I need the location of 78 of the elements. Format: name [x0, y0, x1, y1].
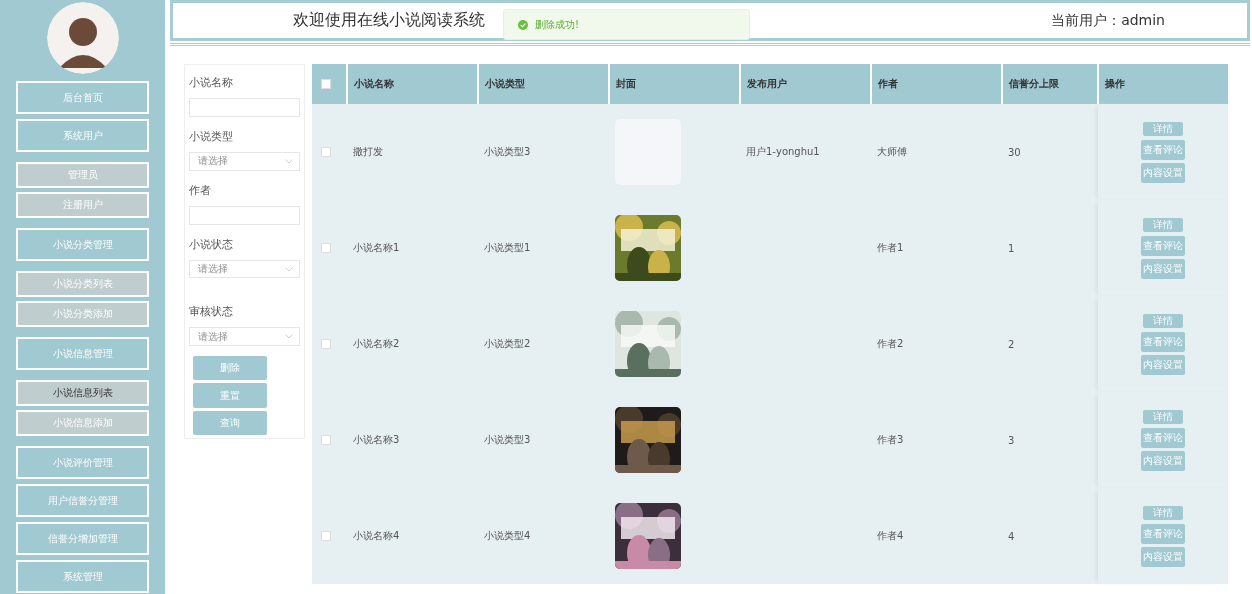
action-button[interactable]: 内容设置: [1141, 162, 1185, 183]
chevron-icon: [285, 334, 293, 340]
field-label: 小说状态: [189, 236, 234, 252]
action-button[interactable]: 详情: [1143, 217, 1183, 232]
column-header: 封面: [616, 78, 636, 89]
checkbox[interactable]: [321, 79, 331, 89]
checkbox[interactable]: [321, 147, 331, 157]
table-cell: 1: [1008, 242, 1015, 254]
filter-button[interactable]: 重置: [193, 383, 267, 408]
menu-item[interactable]: 小说信息列表: [16, 380, 149, 406]
column-header: 操作: [1105, 78, 1125, 89]
menu-item[interactable]: 小说信息管理: [16, 337, 149, 370]
table-cell: 小说名称3: [353, 434, 400, 445]
field-label: 小说名称: [189, 75, 234, 90]
table-cell: 作者2: [877, 338, 904, 349]
current-user: 当前用户：admin: [1051, 11, 1165, 30]
column-header: 小说名称: [354, 78, 394, 89]
table-cell: 小说名称4: [353, 530, 400, 541]
filter-button[interactable]: 删除: [193, 356, 267, 381]
table-cell: 30: [1008, 146, 1021, 158]
column-header: 小说类型: [485, 78, 525, 89]
table-cell: 小说类型2: [484, 338, 531, 349]
checkbox[interactable]: [321, 531, 331, 541]
field-label: 审核状态: [189, 304, 234, 320]
table-cell: 小说类型1: [484, 242, 531, 253]
table-cell: 大师傅: [877, 146, 907, 157]
checkbox[interactable]: [321, 435, 331, 445]
menu-item[interactable]: 后台首页: [16, 81, 149, 114]
action-button[interactable]: 内容设置: [1141, 450, 1185, 471]
select-field[interactable]: 请选择: [189, 259, 300, 279]
table-cell: 小说类型3: [484, 434, 531, 445]
table-cell: 作者4: [877, 530, 904, 541]
action-button[interactable]: 详情: [1143, 313, 1183, 328]
action-button[interactable]: 内容设置: [1141, 354, 1185, 375]
chevron-icon: [285, 266, 293, 272]
menu-item[interactable]: 小说评价管理: [16, 446, 149, 479]
table-cell: 撒打发: [353, 146, 383, 157]
input-field[interactable]: [189, 98, 300, 117]
table-cell: 小说类型3: [484, 146, 531, 157]
action-button[interactable]: 查看评论: [1141, 331, 1185, 352]
input-field[interactable]: [189, 205, 300, 225]
menu-item[interactable]: 用户信誉分管理: [16, 484, 149, 517]
action-button[interactable]: 查看评论: [1141, 427, 1185, 448]
action-button[interactable]: 详情: [1143, 505, 1183, 520]
menu-item[interactable]: 系统用户: [16, 119, 149, 152]
table-cell: 作者1: [877, 242, 904, 253]
action-button[interactable]: 详情: [1143, 121, 1183, 136]
checkbox[interactable]: [321, 243, 331, 253]
menu-item[interactable]: 信誉分增加管理: [16, 522, 149, 555]
action-button[interactable]: 查看评论: [1141, 523, 1185, 544]
chevron-icon: [285, 158, 293, 164]
select-field[interactable]: 请选择: [189, 327, 300, 347]
action-button[interactable]: 内容设置: [1141, 546, 1185, 567]
action-button[interactable]: 查看评论: [1141, 139, 1185, 160]
toast-text: 删除成功!: [535, 17, 579, 32]
column-header: 信誉分上限: [1009, 78, 1059, 89]
column-header: 作者: [878, 78, 898, 89]
table-cell: 小说类型4: [484, 530, 531, 541]
action-button[interactable]: 详情: [1143, 409, 1183, 424]
field-label: 小说类型: [189, 129, 234, 144]
menu-item[interactable]: 系统管理: [16, 560, 149, 593]
table-cell: 4: [1008, 530, 1015, 542]
checkbox[interactable]: [321, 339, 331, 349]
table-cell: 用户1-yonghu1: [746, 146, 820, 157]
table-cell: 小说名称2: [353, 338, 400, 349]
table-cell: 3: [1008, 434, 1015, 446]
field-label: 作者: [189, 182, 212, 198]
menu-item[interactable]: 小说分类管理: [16, 228, 149, 261]
action-button[interactable]: 内容设置: [1141, 258, 1185, 279]
table-cell: 小说名称1: [353, 242, 400, 253]
page-title: 欢迎使用在线小说阅读系统: [293, 10, 485, 31]
table-cell: 作者3: [877, 434, 904, 445]
filter-button[interactable]: 查询: [193, 410, 267, 435]
check-icon: [518, 19, 528, 30]
column-header: 发布用户: [747, 78, 787, 89]
action-button[interactable]: 查看评论: [1141, 235, 1185, 256]
table-cell: 2: [1008, 338, 1015, 350]
select-field[interactable]: 请选择: [189, 152, 300, 171]
